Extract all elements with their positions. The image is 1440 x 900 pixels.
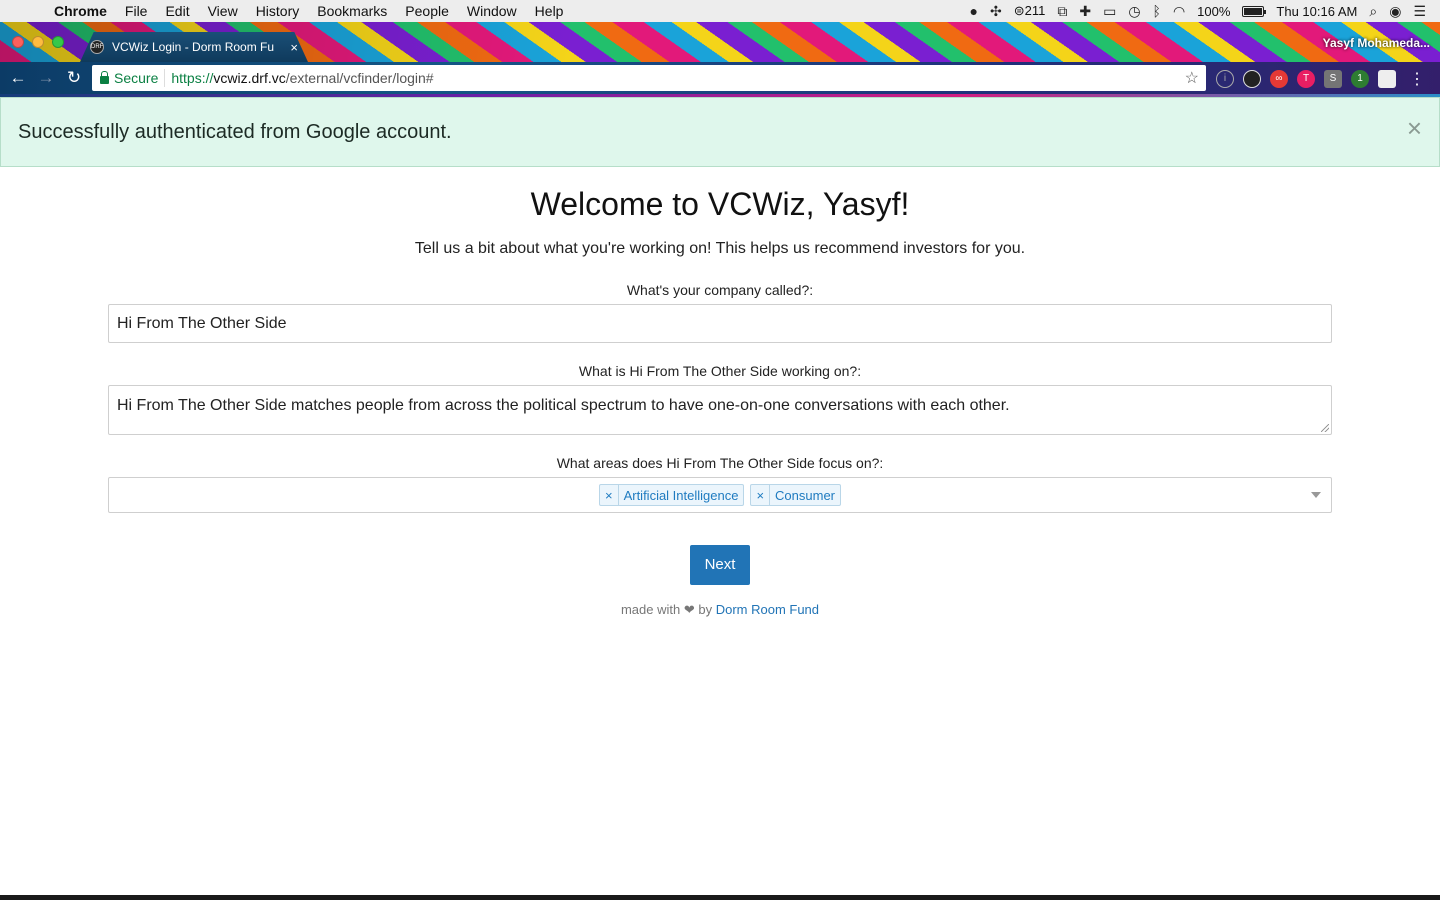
company-name-label: What's your company called?: [626, 282, 814, 298]
notification-center-icon[interactable]: ☰ [1413, 3, 1426, 20]
clock[interactable]: Thu 10:16 AM [1276, 4, 1357, 19]
menu-bookmarks[interactable]: Bookmarks [308, 3, 396, 19]
minimize-window-button[interactable] [32, 36, 44, 48]
dark-extension-icon[interactable] [1243, 70, 1261, 88]
bluetooth-icon[interactable]: ᛒ [1153, 3, 1161, 19]
area-chip-artificial-intelligence: × Artificial Intelligence [598, 484, 745, 506]
close-window-button[interactable] [12, 36, 24, 48]
menu-file[interactable]: File [116, 3, 157, 19]
intro-text: Tell us a bit about what you're working … [414, 240, 1026, 257]
back-arrow-icon[interactable]: ← [4, 68, 32, 88]
lock-icon [100, 70, 109, 84]
footer-prefix: made with ❤ by [620, 602, 713, 617]
browser-toolbar: ← → ↻ Secure https://vcwiz.drf.vc/extern… [0, 62, 1440, 94]
next-button[interactable]: Next [690, 545, 750, 585]
close-tab-icon[interactable]: × [290, 40, 298, 55]
alert-message: Successfully authenticated from Google a… [18, 120, 452, 143]
info-extension-icon[interactable]: i [1216, 70, 1234, 88]
spotlight-icon[interactable]: ⌕ [1369, 3, 1377, 20]
tab-vcwiz-login[interactable]: DRF VCWiz Login - Dorm Room Fu × [80, 32, 308, 62]
url-path: /external/vcfinder/login# [285, 70, 434, 86]
description-textarea[interactable]: Hi From The Other Side matches people fr… [108, 385, 1332, 435]
url-text[interactable]: https://vcwiz.drf.vc/external/vcfinder/l… [165, 70, 433, 86]
url-host: vcwiz.drf.vc [213, 70, 286, 86]
areas-label: What areas does Hi From The Other Side f… [556, 455, 884, 471]
url-scheme: https:// [171, 70, 214, 86]
page-title: Welcome to VCWiz, Yasyf! [530, 186, 910, 222]
menu-people[interactable]: People [396, 3, 458, 19]
mail-count[interactable]: ⊜211 [1014, 3, 1046, 19]
reload-icon[interactable]: ↻ [60, 68, 88, 88]
close-alert-icon[interactable]: × [1407, 113, 1422, 144]
favicon-icon: DRF [90, 40, 104, 54]
ext-s-icon[interactable]: S [1324, 70, 1342, 88]
page-viewport: Successfully authenticated from Google a… [0, 97, 1440, 895]
plus-icon[interactable]: ✚ [1079, 3, 1091, 20]
notification-badge-icon[interactable]: ● [970, 3, 978, 19]
secure-indicator[interactable]: Secure [92, 69, 166, 87]
profile-button[interactable]: Yasyf Mohameda... [1323, 36, 1430, 50]
menu-app-name[interactable]: Chrome [52, 3, 116, 19]
remove-chip-icon[interactable]: × [600, 485, 619, 505]
resize-handle-icon[interactable] [1321, 424, 1329, 432]
description-value: Hi From The Other Side matches people fr… [117, 397, 1010, 414]
chrome-menu-icon[interactable]: ⋮ [1409, 69, 1425, 89]
window-controls [12, 36, 64, 48]
dropdown-arrow-icon[interactable] [1311, 492, 1321, 498]
chip-label: Artificial Intelligence [623, 487, 739, 503]
tab-strip: DRF VCWiz Login - Dorm Room Fu × Yasyf M… [0, 22, 1440, 62]
ext-pink-icon[interactable]: T [1297, 70, 1315, 88]
next-button-wrapper: Next [108, 545, 1332, 585]
description-label: What is Hi From The Other Side working o… [578, 363, 862, 379]
dorm-room-fund-link[interactable]: Dorm Room Fund [716, 602, 819, 617]
secure-label: Secure [114, 70, 159, 86]
ext-green-icon[interactable]: 1 [1351, 70, 1369, 88]
battery-icon[interactable] [1242, 5, 1267, 17]
airplay-icon[interactable]: ▭ [1103, 3, 1116, 20]
siri-icon[interactable]: ◉ [1389, 3, 1401, 20]
company-name-input[interactable]: Hi From The Other Side [108, 304, 1332, 343]
menu-window[interactable]: Window [458, 3, 526, 19]
footer: made with ❤ by Dorm Room Fund [108, 602, 1332, 618]
mail-count-value: 211 [1024, 3, 1046, 18]
areas-multiselect[interactable]: × Artificial Intelligence × Consumer [108, 477, 1332, 513]
macos-menu-bar: Chrome File Edit View History Bookmarks … [0, 0, 1440, 22]
success-alert: Successfully authenticated from Google a… [0, 97, 1440, 167]
time-machine-icon[interactable]: ◷ [1128, 3, 1140, 20]
wifi-icon[interactable]: ◠ [1173, 3, 1185, 20]
maximize-window-button[interactable] [52, 36, 64, 48]
menu-help[interactable]: Help [526, 3, 573, 19]
bookmark-star-icon[interactable]: ☆ [1185, 68, 1199, 88]
menu-edit[interactable]: Edit [156, 3, 198, 19]
dropbox-icon[interactable]: ✣ [990, 3, 1002, 20]
onboarding-form: Welcome to VCWiz, Yasyf! Tell us a bit a… [108, 184, 1332, 618]
extension-bar: i ∞ T S 1 ⋮ [1216, 69, 1425, 89]
battery-percent: 100% [1197, 3, 1231, 19]
menu-view[interactable]: View [199, 3, 247, 19]
window-bottom-edge [0, 895, 1440, 900]
menu-history[interactable]: History [247, 3, 309, 19]
ext-white-icon[interactable] [1378, 70, 1396, 88]
address-bar[interactable]: Secure https://vcwiz.drf.vc/external/vcf… [92, 65, 1206, 91]
area-chip-consumer: × Consumer [750, 484, 842, 506]
remove-chip-icon[interactable]: × [751, 485, 771, 505]
tab-title: VCWiz Login - Dorm Room Fu [112, 40, 275, 54]
forward-arrow-icon[interactable]: → [32, 68, 60, 88]
window-icon[interactable]: ⧉ [1057, 3, 1067, 20]
ext-red-icon[interactable]: ∞ [1270, 70, 1288, 88]
chip-label: Consumer [775, 487, 836, 503]
